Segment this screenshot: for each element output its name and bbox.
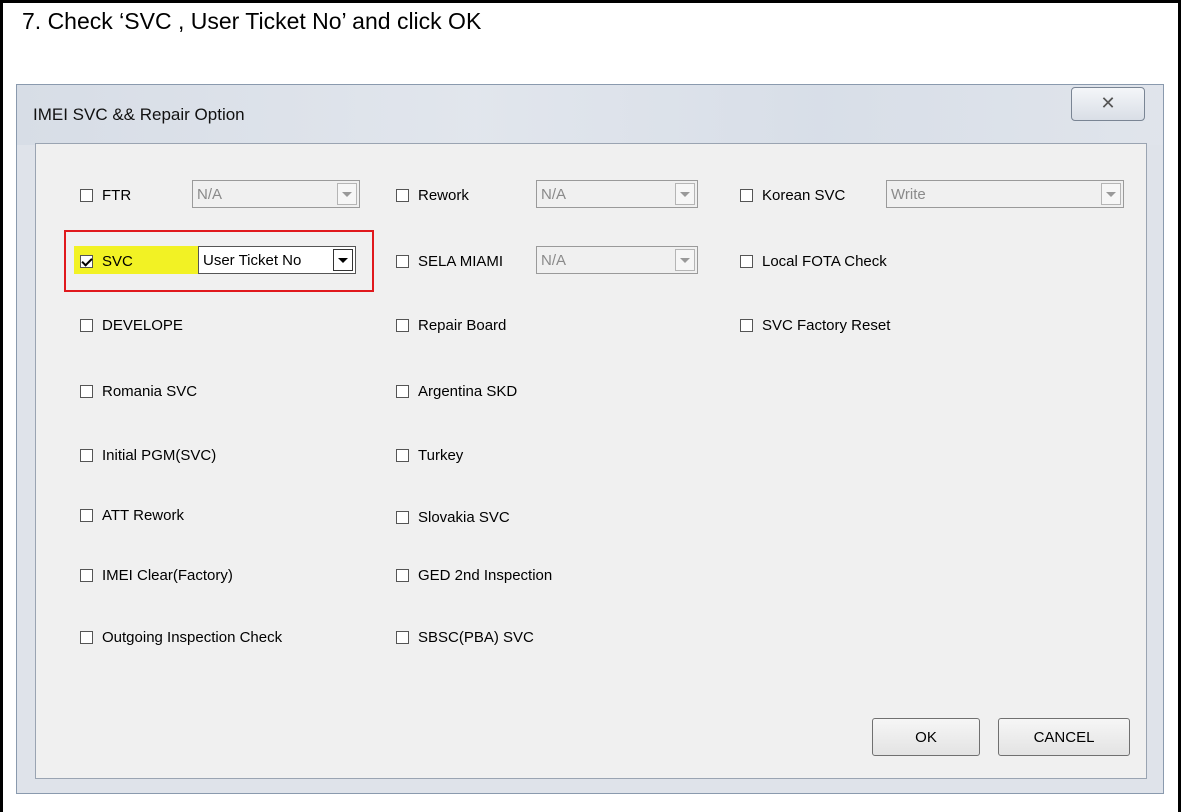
romania-svc-checkbox[interactable] — [80, 384, 93, 398]
argentina-skd-option[interactable]: Argentina SKD — [396, 380, 517, 402]
local-fota-check-checkbox[interactable] — [740, 254, 753, 268]
argentina-skd-checkbox[interactable] — [396, 384, 409, 398]
svc-label: SVC — [102, 252, 133, 270]
slovakia-svc-label: Slovakia SVC — [418, 508, 510, 526]
rework-combo[interactable]: N/A — [536, 180, 698, 208]
sela-miami-option[interactable]: SELA MIAMI — [396, 250, 503, 272]
rework-dropdown-button[interactable] — [675, 183, 695, 205]
sbsc-pba-svc-label: SBSC(PBA) SVC — [418, 628, 534, 646]
dialog-title: IMEI SVC && Repair Option — [33, 105, 245, 124]
att-rework-option[interactable]: ATT Rework — [80, 504, 184, 526]
ged-2nd-inspection-label: GED 2nd Inspection — [418, 566, 553, 584]
imei-clear-factory-checkbox[interactable] — [80, 568, 93, 582]
slovakia-svc-option[interactable]: Slovakia SVC — [396, 506, 510, 528]
slovakia-svc-checkbox[interactable] — [396, 510, 409, 524]
rework-option[interactable]: Rework — [396, 184, 469, 206]
imei-clear-factory-label: IMEI Clear(Factory) — [102, 566, 233, 584]
outgoing-inspection-check-option[interactable]: Outgoing Inspection Check — [80, 626, 282, 648]
repair-board-label: Repair Board — [418, 316, 507, 334]
turkey-checkbox[interactable] — [396, 448, 409, 462]
chevron-down-icon — [1106, 191, 1116, 197]
sbsc-pba-svc-checkbox[interactable] — [396, 630, 409, 644]
att-rework-checkbox[interactable] — [80, 508, 93, 522]
develope-checkbox[interactable] — [80, 318, 93, 332]
top-border — [0, 0, 1181, 3]
rework-checkbox[interactable] — [396, 188, 409, 202]
svc-factory-reset-option[interactable]: SVC Factory Reset — [740, 314, 890, 336]
korean-svc-checkbox[interactable] — [740, 188, 753, 202]
ok-button[interactable]: OK — [872, 718, 980, 756]
korean-svc-label: Korean SVC — [762, 186, 846, 204]
cancel-button[interactable]: CANCEL — [998, 718, 1130, 756]
sela-miami-checkbox[interactable] — [396, 254, 409, 268]
develope-option[interactable]: DEVELOPE — [80, 314, 183, 336]
turkey-label: Turkey — [418, 446, 464, 464]
dialog-window: IMEI SVC && Repair Option ✕ FTR N/A SVC … — [16, 84, 1164, 794]
rework-label: Rework — [418, 186, 469, 204]
outgoing-inspection-check-checkbox[interactable] — [80, 630, 93, 644]
svc-combo[interactable]: User Ticket No — [198, 246, 356, 274]
outgoing-inspection-check-label: Outgoing Inspection Check — [102, 628, 283, 646]
dialog-client-area: FTR N/A SVC User Ticket No DEVELOPE Roma… — [35, 143, 1147, 779]
close-button[interactable]: ✕ — [1071, 87, 1145, 121]
turkey-option[interactable]: Turkey — [396, 444, 463, 466]
chevron-down-icon — [680, 191, 690, 197]
initial-pgm-svc-label: Initial PGM(SVC) — [102, 446, 217, 464]
argentina-skd-label: Argentina SKD — [418, 382, 518, 400]
svc-factory-reset-label: SVC Factory Reset — [762, 316, 891, 334]
ftr-checkbox[interactable] — [80, 188, 93, 202]
ged-2nd-inspection-checkbox[interactable] — [396, 568, 409, 582]
sela-miami-dropdown-button[interactable] — [675, 249, 695, 271]
romania-svc-option[interactable]: Romania SVC — [80, 380, 197, 402]
repair-board-checkbox[interactable] — [396, 318, 409, 332]
sbsc-pba-svc-option[interactable]: SBSC(PBA) SVC — [396, 626, 534, 648]
sela-miami-combo[interactable]: N/A — [536, 246, 698, 274]
sela-miami-label: SELA MIAMI — [418, 252, 504, 270]
ftr-option[interactable]: FTR — [80, 184, 131, 206]
local-fota-check-label: Local FOTA Check — [762, 252, 887, 270]
romania-svc-label: Romania SVC — [102, 382, 198, 400]
ftr-combo[interactable]: N/A — [192, 180, 360, 208]
ftr-label: FTR — [102, 186, 132, 204]
develope-label: DEVELOPE — [102, 316, 183, 334]
imei-clear-factory-option[interactable]: IMEI Clear(Factory) — [80, 564, 233, 586]
svc-factory-reset-checkbox[interactable] — [740, 318, 753, 332]
initial-pgm-svc-option[interactable]: Initial PGM(SVC) — [80, 444, 216, 466]
initial-pgm-svc-checkbox[interactable] — [80, 448, 93, 462]
svc-option[interactable]: SVC — [80, 250, 133, 272]
korean-svc-option[interactable]: Korean SVC — [740, 184, 845, 206]
korean-svc-dropdown-button[interactable] — [1101, 183, 1121, 205]
instruction-text: 7. Check ‘SVC , User Ticket No’ and clic… — [22, 8, 482, 34]
chevron-down-icon — [680, 257, 690, 263]
svc-dropdown-button[interactable] — [333, 249, 353, 271]
att-rework-label: ATT Rework — [102, 506, 184, 524]
ged-2nd-inspection-option[interactable]: GED 2nd Inspection — [396, 564, 552, 586]
chevron-down-icon — [342, 191, 352, 197]
chevron-down-icon — [338, 257, 348, 263]
korean-svc-combo[interactable]: Write — [886, 180, 1124, 208]
svc-checkbox[interactable] — [80, 254, 93, 268]
local-fota-check-option[interactable]: Local FOTA Check — [740, 250, 887, 272]
repair-board-option[interactable]: Repair Board — [396, 314, 506, 336]
close-icon: ✕ — [1100, 93, 1116, 114]
ftr-dropdown-button[interactable] — [337, 183, 357, 205]
